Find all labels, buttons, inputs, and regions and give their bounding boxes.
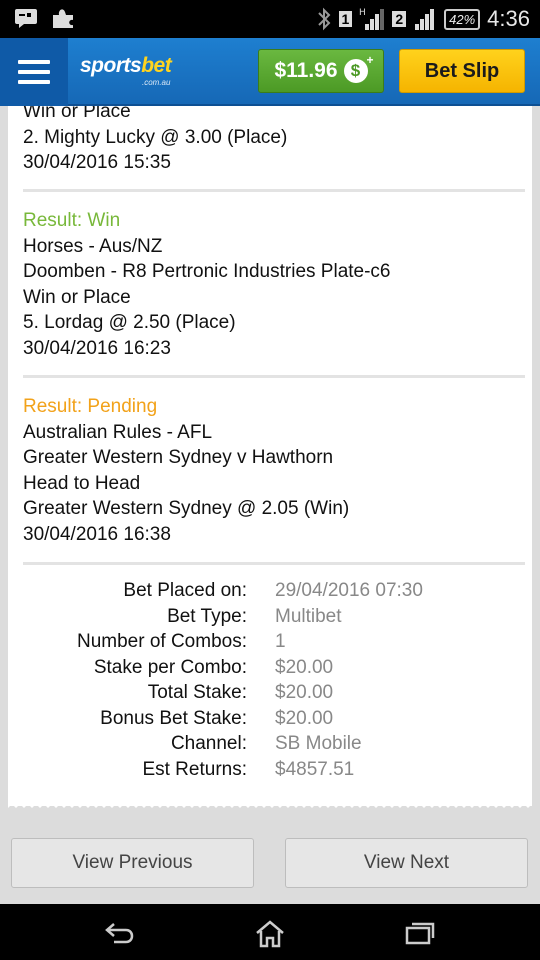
back-icon[interactable] [104,920,136,946]
signal-h-icon: H [359,8,385,30]
message-icon [15,9,37,28]
view-previous-button[interactable]: View Previous [11,838,254,888]
bet-type: Win or Place [23,286,131,308]
selection: 2. Mighty Lucky @ 3.00 (Place) [23,126,288,148]
leg-item: Result: Pending Australian Rules - AFL G… [23,394,527,547]
summary-row: Channel: SB Mobile [170,733,362,754]
summary-row: Stake per Combo: $20.00 [93,656,334,678]
result-status: Result: Win [23,210,121,231]
view-next-button[interactable]: View Next [285,838,528,888]
event-time: 30/04/2016 16:38 [23,523,171,545]
selection: 5. Lordag @ 2.50 (Place) [23,312,236,333]
leg-item: Result: Win Horses - Aus/NZ Doomben - R8… [23,208,527,361]
home-icon[interactable] [254,920,286,948]
bet-type: Win or Place [23,106,131,122]
summary-row: Number of Combos: 1 [76,631,286,652]
receipt-edge [8,800,532,808]
balance-amount: $11.96 [274,59,338,82]
bet-details-card: Win or Place 2. Mighty Lucky @ 3.00 (Pla… [8,106,532,806]
divider [23,375,525,378]
battery-indicator: 42% [444,8,481,30]
bet-slip-button[interactable]: Bet Slip [399,49,525,93]
event-name: Greater Western Sydney v Hawthorn [23,447,334,468]
bet-type: Head to Head [23,472,141,494]
bluetooth-icon [317,7,330,31]
event-time: 30/04/2016 16:23 [23,337,171,359]
event-time: 30/04/2016 15:35 [23,152,171,173]
app-header: sportsbet .com.au $11.96 $ Bet Slip [0,38,540,106]
summary-row: Bet Type: Multibet [167,605,342,627]
selection: Greater Western Sydney @ 2.05 (Win) [23,498,350,519]
sportsbet-logo[interactable]: sportsbet [80,54,172,78]
sport-category: Horses - Aus/NZ [23,235,163,257]
recent-apps-icon[interactable] [404,920,436,946]
result-status: Result: Pending [23,396,158,417]
summary-row: Total Stake: $20.00 [147,682,334,703]
clock: 4:36 [487,6,530,31]
summary-row: Bet Placed on: 29/04/2016 07:30 [123,580,423,601]
logo-domain: .com.au [142,78,171,87]
sim1-indicator: 1 [338,11,353,27]
hamburger-menu-icon[interactable] [0,38,68,106]
divider [23,562,525,565]
status-bar: 1 H 2 42% 4:36 [0,0,540,38]
leg-item: Win or Place 2. Mighty Lucky @ 3.00 (Pla… [23,106,527,176]
divider [23,189,525,192]
puzzle-icon [53,9,73,28]
account-balance-button[interactable]: $11.96 $ [258,49,384,93]
event-name: Doomben - R8 Pertronic Industries Plate-… [23,261,391,282]
sport-category: Australian Rules - AFL [23,421,213,443]
system-navigation-bar [0,904,540,960]
sim2-indicator: 2 [392,11,407,27]
svg-text:H: H [359,8,366,18]
summary-row: Est Returns: $4857.51 [142,758,355,780]
summary-row: Bonus Bet Stake: $20.00 [100,707,334,729]
signal-icon [415,9,435,30]
deposit-icon: $ [343,53,374,83]
